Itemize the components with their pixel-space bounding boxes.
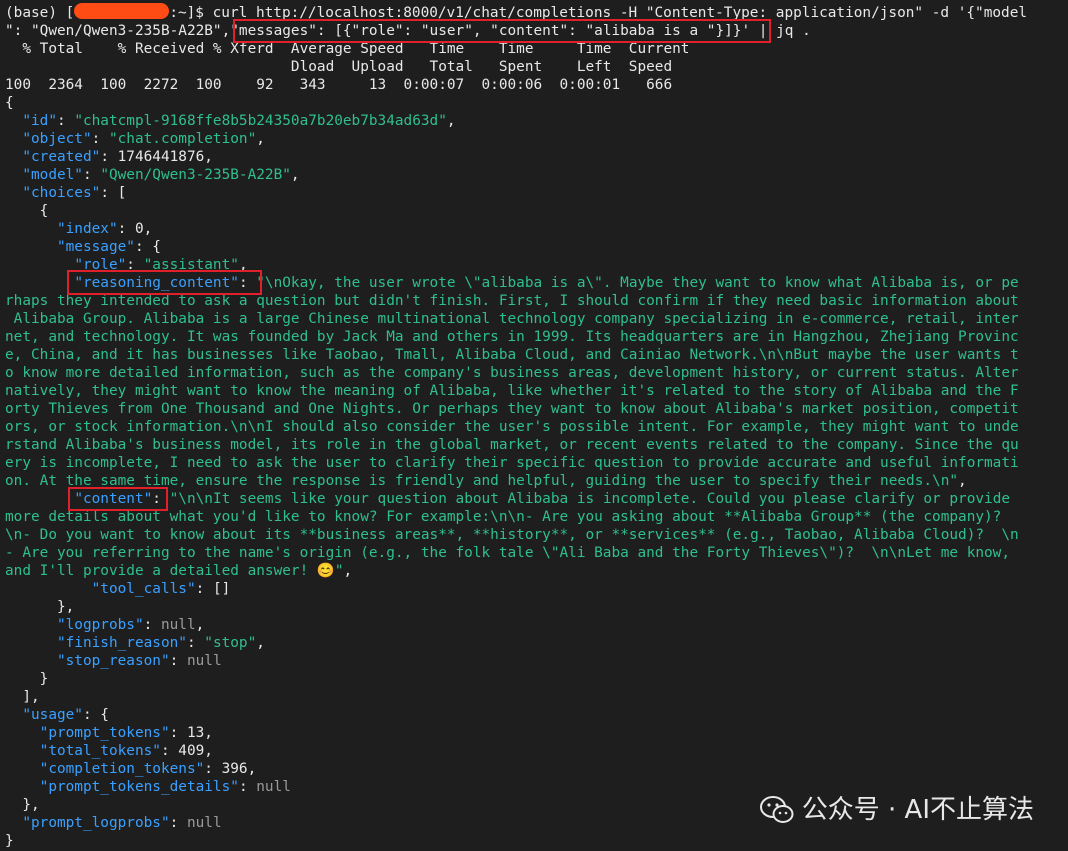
json-id: "id": "chatcmpl-9168ffe8b5b24350a7b20eb7… [22, 113, 456, 129]
json-stop-reason: "stop_reason": null [56, 653, 222, 669]
json-prompt-tokens-details: "prompt_tokens_details": null [39, 779, 291, 795]
json-completion-tokens: "completion_tokens": 396, [39, 761, 257, 777]
reasoning-line: o know more detailed information, such a… [5, 365, 1019, 381]
json-message: "message": { [56, 239, 161, 255]
highlight-messages [233, 19, 771, 43]
watermark: 公众号 · AI不止算法 [759, 795, 1034, 825]
reasoning-line: orty Thieves from One Thousand and One N… [5, 401, 1019, 417]
content-line-last: and I'll provide a detailed answer! 😊", [5, 563, 353, 579]
json-choice-close: } [5, 671, 49, 687]
json-created: "created": 1746441876, [22, 149, 213, 165]
json-usage: "usage": { [22, 707, 109, 723]
json-prompt-tokens: "prompt_tokens": 13, [39, 725, 213, 741]
json-close-brace: } [5, 833, 14, 849]
highlight-content [68, 487, 168, 511]
json-open-brace: { [5, 95, 14, 111]
json-prompt-logprobs: "prompt_logprobs": null [22, 815, 222, 831]
json-message-close: }, [5, 599, 75, 615]
progress-values: 100 2364 100 2272 100 92 343 13 0:00:07 … [5, 77, 673, 93]
json-choice-open: { [5, 203, 49, 219]
highlight-reasoning-content [67, 270, 262, 295]
reasoning-line: Alibaba Group. Alibaba is a large Chines… [5, 311, 1019, 327]
reasoning-line: e, China, and it has businesses like Tao… [5, 347, 1019, 363]
progress-header-2: Dload Upload Total Spent Left Speed [5, 59, 673, 75]
content-line: - Are you referring to the name's origin… [5, 545, 1011, 561]
reasoning-line: ery is incomplete, I need to ask the use… [5, 455, 1019, 471]
json-choices: "choices": [ [22, 185, 127, 201]
reasoning-line: ors, or stock information.\n\nI should a… [5, 419, 1019, 435]
wechat-icon [759, 796, 794, 823]
json-logprobs: "logprobs": null, [56, 617, 205, 633]
json-usage-close: }, [5, 797, 40, 813]
json-model: "model": "Qwen/Qwen3-235B-A22B", [22, 167, 300, 183]
json-finish-reason: "finish_reason": "stop", [56, 635, 265, 651]
terminal-window[interactable]: (base) [:~]$ curl http://localhost:8000/… [0, 0, 1068, 851]
json-tool-calls: "tool_calls": [] [91, 581, 231, 597]
content-line: \n- Do you want to know about its **busi… [5, 527, 1019, 543]
reasoning-line: net, and technology. It was founded by J… [5, 329, 1019, 345]
reasoning-line: natively, they might want to know the me… [5, 383, 1019, 399]
watermark-text: 公众号 · AI不止算法 [801, 795, 1034, 825]
reasoning-line: rstand Alibaba's business model, its rol… [5, 437, 1019, 453]
json-total-tokens: "total_tokens": 409, [39, 743, 213, 759]
json-index: "index": 0, [56, 221, 153, 237]
json-choices-close: ], [5, 689, 40, 705]
json-object: "object": "chat.completion", [22, 131, 265, 147]
